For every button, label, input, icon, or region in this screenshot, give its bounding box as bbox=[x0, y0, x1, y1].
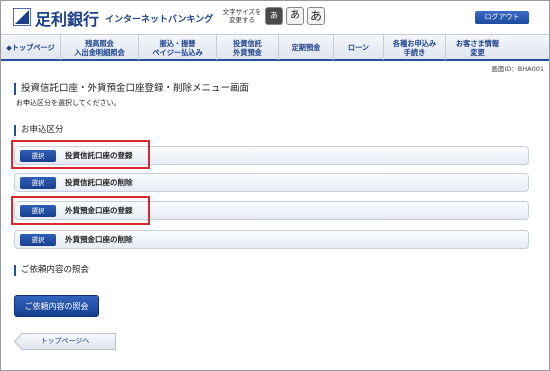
font-size-small-button[interactable]: あ bbox=[265, 7, 283, 25]
select-button[interactable]: 選択 bbox=[20, 205, 56, 217]
logout-button[interactable]: ログアウト bbox=[475, 11, 529, 24]
bank-subtitle: インターネットバンキング bbox=[105, 15, 214, 25]
font-size-label-line1: 文字サイズを bbox=[222, 8, 262, 16]
nav-investment-fx[interactable]: 投資信託 外貨預金 bbox=[217, 35, 279, 60]
top-page-link[interactable]: トップページへ bbox=[14, 333, 116, 350]
select-button[interactable]: 選択 bbox=[20, 234, 56, 246]
nav-applications[interactable]: 各種お申込み 手続き bbox=[384, 35, 446, 60]
nav-time-deposit[interactable]: 定期預金 bbox=[279, 35, 334, 60]
page-title: 投資信託口座・外貨預金口座登録・削除メニュー画面 bbox=[14, 83, 249, 95]
nav-loan[interactable]: ローン bbox=[334, 35, 384, 60]
nav-customer-info[interactable]: お客さま情報 変更 bbox=[446, 35, 509, 60]
main-nav: ◆トップページ 残高照会 入出金明細照会 振込・振替 ペイジー払込み 投資信託 … bbox=[1, 34, 549, 61]
select-button[interactable]: 選択 bbox=[20, 150, 56, 162]
font-size-large-button[interactable]: あ bbox=[307, 7, 325, 25]
option-row-fx-register: 選択 外貨預金口座の登録 bbox=[14, 201, 529, 220]
option-row-fund-register: 選択 投資信託口座の登録 bbox=[14, 146, 529, 165]
nav-transfer[interactable]: 振込・振替 ペイジー払込み bbox=[139, 35, 217, 60]
page-description: お申込区分を選択してください。 bbox=[16, 99, 121, 107]
header: 足利銀行 インターネットバンキング 文字サイズを 変更する あ あ あ ログアウ… bbox=[1, 1, 549, 34]
section-title-application-type: お申込区分 bbox=[14, 125, 64, 136]
screen-id: 画面ID：BHA001 bbox=[491, 65, 544, 73]
bank-logo-icon bbox=[13, 8, 31, 26]
option-row-fx-delete: 選択 外貨預金口座の削除 bbox=[14, 230, 529, 249]
font-size-label-line2: 変更する bbox=[229, 16, 255, 24]
option-label: 外貨預金口座の登録 bbox=[65, 206, 133, 215]
top-page-link-label: トップページへ bbox=[40, 337, 90, 345]
font-size-label: 文字サイズを 変更する bbox=[222, 8, 262, 24]
nav-balance-inquiry[interactable]: 残高照会 入出金明細照会 bbox=[61, 35, 139, 60]
option-label: 投資信託口座の削除 bbox=[65, 178, 133, 187]
select-button[interactable]: 選択 bbox=[20, 177, 56, 189]
option-label: 投資信託口座の登録 bbox=[65, 151, 133, 160]
font-size-medium-button[interactable]: あ bbox=[286, 7, 304, 25]
nav-top-page[interactable]: ◆トップページ bbox=[1, 35, 61, 60]
option-row-fund-delete: 選択 投資信託口座の削除 bbox=[14, 173, 529, 192]
option-label: 外貨預金口座の削除 bbox=[65, 235, 133, 244]
section-title-inquiry: ご依頼内容の照会 bbox=[14, 265, 89, 276]
inquiry-button[interactable]: ご依頼内容の照会 bbox=[14, 295, 99, 317]
bank-name: 足利銀行 bbox=[35, 10, 100, 29]
